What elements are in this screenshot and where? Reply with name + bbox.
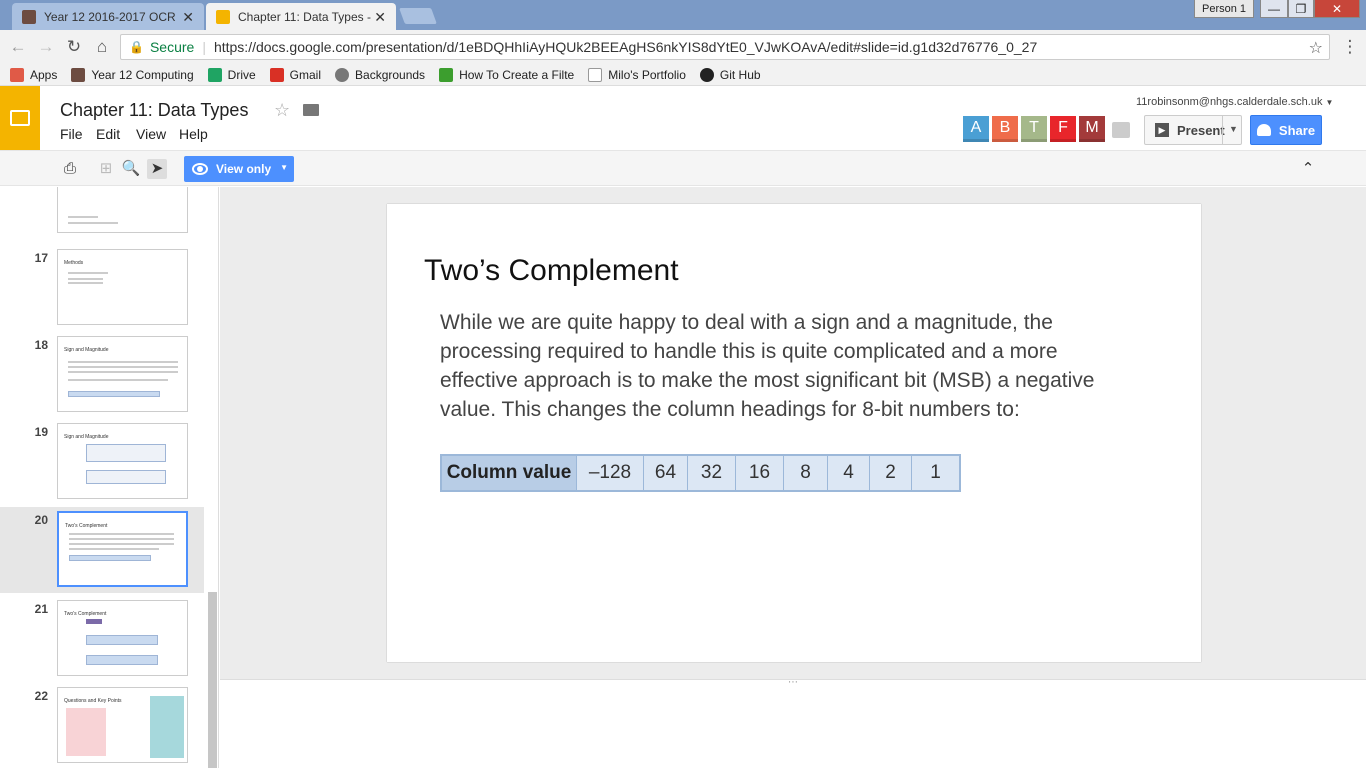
table-cell: 32: [687, 456, 735, 490]
back-icon[interactable]: ←: [8, 38, 28, 56]
profile-button[interactable]: Person 1: [1194, 0, 1254, 18]
forward-icon[interactable]: →: [36, 38, 56, 56]
table-cell: 2: [869, 456, 911, 490]
secure-label: Secure: [149, 39, 195, 55]
backgrounds-icon: [335, 67, 350, 82]
star-icon[interactable]: ☆: [274, 100, 290, 121]
collaborator-avatar[interactable]: M: [1079, 116, 1105, 142]
view-only-button[interactable]: View only ▼: [184, 156, 294, 182]
column-value-table: Column value –128 64 32 16 8 4 2 1: [440, 454, 961, 492]
slide-thumbnail-16[interactable]: [0, 187, 204, 239]
bookmark-backgrounds[interactable]: Backgrounds: [335, 67, 425, 82]
apps-grid-icon: [10, 67, 24, 82]
bookmark-drive[interactable]: Drive: [207, 67, 256, 82]
bookmarks-bar: Apps Year 12 Computing Drive Gmail Backg…: [0, 64, 1366, 86]
slides-icon: [216, 9, 230, 24]
tab-year12[interactable]: Year 12 2016-2017 OCR ✕: [12, 3, 204, 30]
gmail-icon: [269, 67, 284, 82]
slide-filmstrip: 17 Methods 18 Sign and Magnitude 19 Sign…: [0, 187, 219, 768]
slide-thumbnail-17[interactable]: 17 Methods: [0, 245, 204, 331]
menu-edit[interactable]: Edit: [96, 126, 120, 142]
table-cell: 4: [827, 456, 869, 490]
bookmark-apps[interactable]: Apps: [10, 67, 57, 82]
docs-header: Chapter 11: Data Types ☆ File Edit View …: [0, 86, 1366, 150]
drive-icon: [207, 67, 222, 82]
select-cursor-icon[interactable]: ➤: [147, 159, 167, 179]
menu-icon[interactable]: ⋮: [1340, 38, 1360, 56]
share-button[interactable]: Share: [1250, 115, 1322, 145]
eye-icon: [192, 163, 208, 175]
slides-logo-icon[interactable]: [0, 86, 40, 150]
menu-help[interactable]: Help: [179, 126, 208, 142]
home-icon[interactable]: ⌂: [92, 38, 112, 56]
new-slide-icon[interactable]: ⊞: [96, 159, 116, 179]
bookmark-github[interactable]: Git Hub: [699, 67, 761, 82]
slide-thumbnail-21[interactable]: 21 Two's Complement: [0, 596, 204, 682]
slide-canvas: Two’s Complement While we are quite happ…: [220, 187, 1366, 679]
table-cell: –128: [576, 456, 643, 490]
browser-title-bar: Year 12 2016-2017 OCR ✕ Chapter 11: Data…: [0, 0, 1366, 30]
new-tab-button[interactable]: [399, 8, 437, 24]
page-icon: [588, 67, 603, 82]
chevron-down-icon: ▼: [280, 163, 288, 172]
table-cell: 64: [643, 456, 687, 490]
play-icon: ▶: [1155, 123, 1169, 137]
slide-thumbnail-18[interactable]: 18 Sign and Magnitude: [0, 332, 204, 418]
collaborator-avatar[interactable]: A: [963, 116, 989, 142]
github-icon: [699, 67, 714, 82]
table-cell: 8: [783, 456, 827, 490]
reload-icon[interactable]: ↻: [64, 38, 84, 56]
menu-view[interactable]: View: [136, 126, 166, 142]
collaborator-avatar[interactable]: T: [1021, 116, 1047, 142]
account-email[interactable]: 11robinsonm@nhgs.calderdale.sch.uk ▼: [1136, 96, 1333, 108]
chevron-down-icon[interactable]: ▼: [1229, 124, 1238, 134]
present-button[interactable]: ▶ Present ▼: [1144, 115, 1242, 145]
tab-chapter11[interactable]: Chapter 11: Data Types - ✕: [206, 3, 396, 30]
slide-thumbnail-22[interactable]: 22 Questions and Key Points: [0, 683, 204, 768]
bookmark-portfolio[interactable]: Milo's Portfolio: [588, 67, 686, 82]
lock-icon: 🔒: [129, 40, 144, 54]
close-icon[interactable]: ✕: [374, 9, 386, 26]
table-cell: 16: [735, 456, 783, 490]
collaborator-avatar[interactable]: F: [1050, 116, 1076, 142]
bookmark-gmail[interactable]: Gmail: [269, 67, 321, 82]
filter-icon: [439, 67, 454, 82]
folder-icon[interactable]: [303, 104, 319, 116]
minimize-button[interactable]: —: [1260, 0, 1288, 18]
table-header-cell: Column value: [442, 456, 576, 490]
document-title[interactable]: Chapter 11: Data Types: [60, 100, 248, 121]
speaker-notes: [220, 689, 1366, 768]
zoom-icon[interactable]: 🔍: [121, 159, 141, 179]
slide-body-text: While we are quite happy to deal with a …: [440, 311, 1095, 421]
bookmark-star-icon[interactable]: ☆: [1309, 38, 1323, 58]
print-icon[interactable]: ⎙: [60, 159, 80, 179]
menu-file[interactable]: File: [60, 126, 83, 142]
profile-icon: [22, 9, 36, 24]
maximize-button[interactable]: ❐: [1288, 0, 1314, 18]
address-bar: ← → ↻ ⌂ 🔒 Secure | https://docs.google.c…: [0, 30, 1366, 64]
url-text: https://docs.google.com/presentation/d/1…: [213, 39, 1038, 55]
slide-thumbnail-19[interactable]: 19 Sign and Magnitude: [0, 419, 204, 505]
tab-title: Chapter 11: Data Types -: [238, 9, 371, 24]
chevron-down-icon: ▼: [1325, 98, 1334, 107]
slide: Two’s Complement While we are quite happ…: [387, 204, 1201, 662]
notes-resize-handle[interactable]: ⋯: [220, 678, 1366, 689]
toolbar: ⎙ ⊞ 🔍 ➤ View only ▼ ⌃: [0, 150, 1366, 186]
bookmark-year12[interactable]: Year 12 Computing: [71, 67, 194, 82]
slide-thumbnail-20[interactable]: 20 Two's Complement: [0, 507, 204, 593]
close-icon[interactable]: ✕: [182, 9, 194, 26]
person-icon: [1256, 124, 1271, 136]
tab-title: Year 12 2016-2017 OCR: [44, 9, 176, 24]
bookmark-filter[interactable]: How To Create a Filte: [439, 67, 574, 82]
table-cell: 1: [911, 456, 959, 490]
collapse-icon[interactable]: ⌃: [1298, 159, 1318, 179]
window-close-button[interactable]: ✕: [1314, 0, 1360, 18]
collaborator-avatar[interactable]: B: [992, 116, 1018, 142]
comment-icon[interactable]: [1112, 122, 1130, 138]
slide-title: Two’s Complement: [424, 254, 679, 287]
profile-icon: [71, 67, 86, 82]
url-input[interactable]: 🔒 Secure | https://docs.google.com/prese…: [120, 34, 1330, 60]
filmstrip-scrollbar[interactable]: [208, 592, 217, 768]
